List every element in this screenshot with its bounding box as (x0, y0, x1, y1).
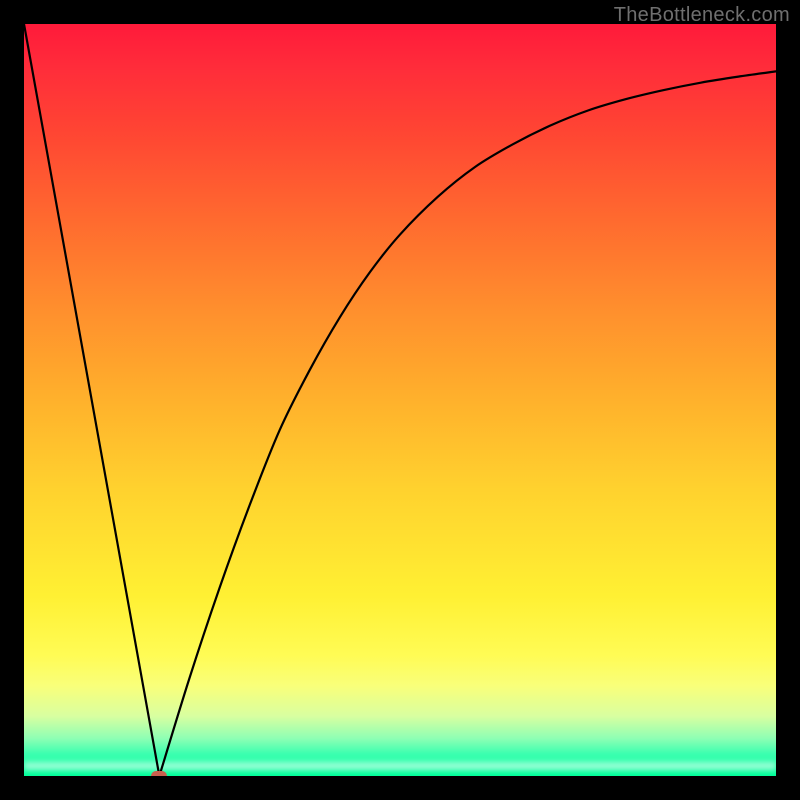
curve-path (24, 24, 776, 776)
chart-frame: TheBottleneck.com (0, 0, 800, 800)
optimum-marker (151, 771, 167, 776)
watermark-text: TheBottleneck.com (614, 4, 790, 27)
curve-svg (24, 24, 776, 776)
plot-area (24, 24, 776, 776)
